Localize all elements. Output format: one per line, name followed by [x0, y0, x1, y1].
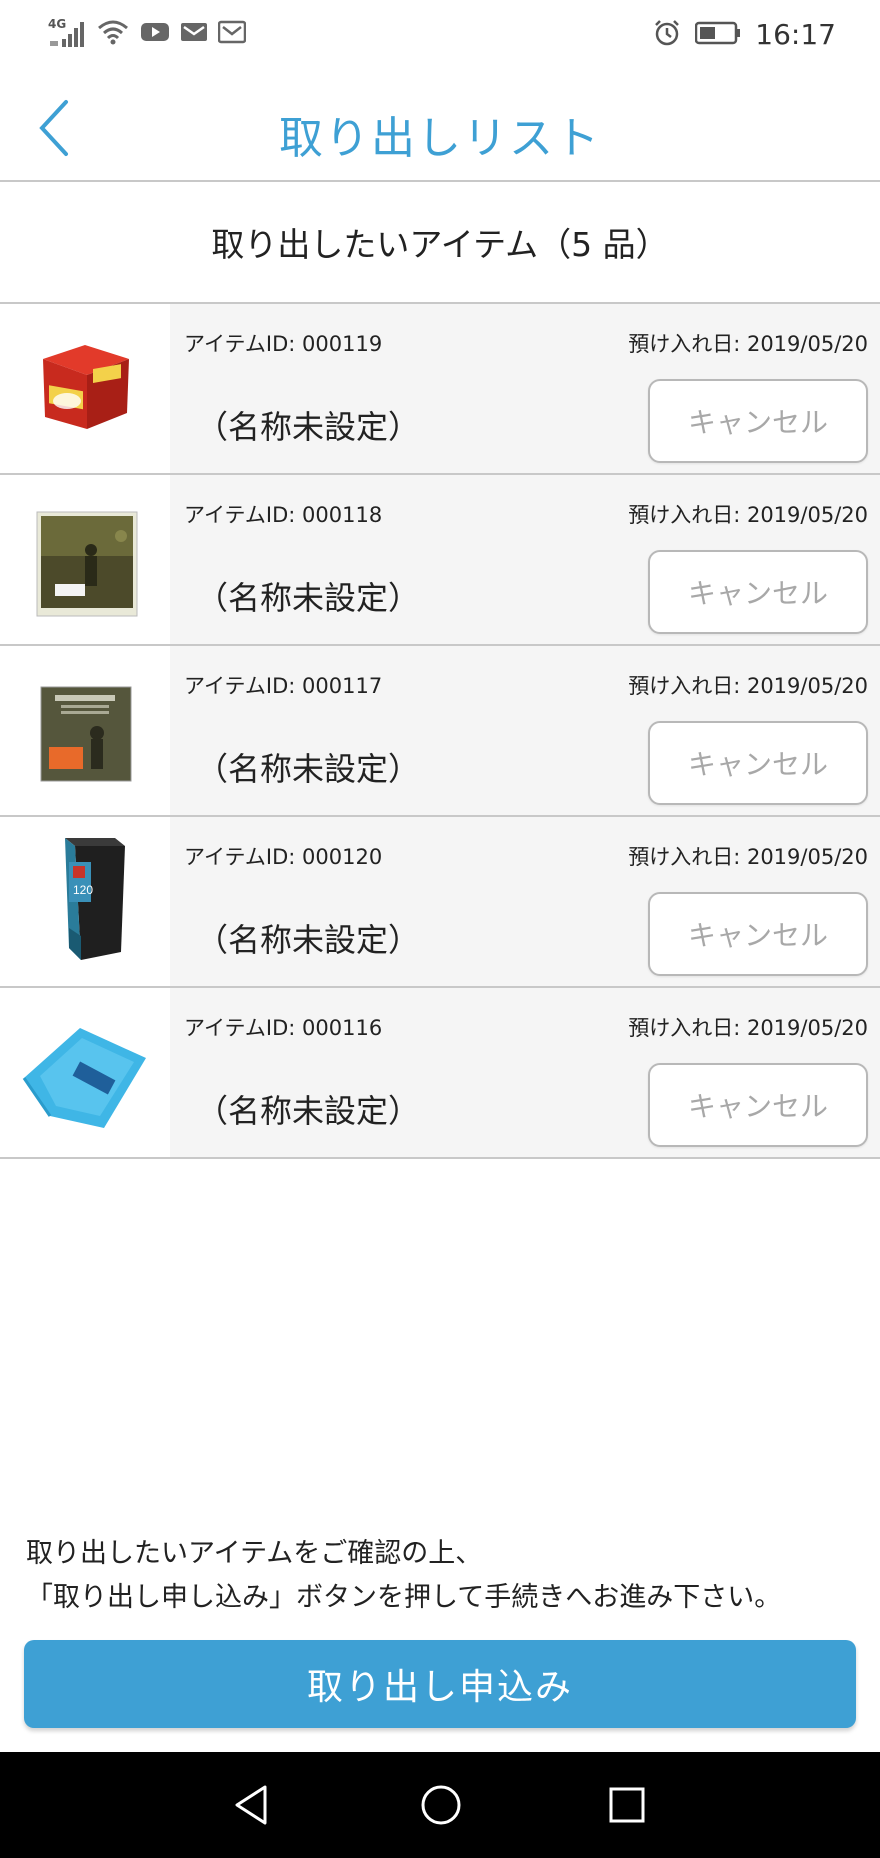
list-item: アイテムID: 000119 預け入れ日: 2019/05/20 （名称未設定）…	[0, 304, 880, 475]
item-id: アイテムID: 000117	[184, 674, 383, 698]
item-name: （名称未設定）	[196, 579, 421, 617]
item-id: アイテムID: 000116	[184, 1016, 383, 1040]
item-name: （名称未設定）	[196, 921, 421, 959]
storage-box-image: 120	[0, 817, 170, 986]
svg-text:120: 120	[73, 883, 93, 897]
instruction-line-1: 取り出したいアイテムをご確認の上、	[26, 1538, 483, 1569]
cancel-button[interactable]: キャンセル	[648, 379, 868, 463]
list-item: アイテムID: 000116 預け入れ日: 2019/05/20 （名称未設定）…	[0, 988, 880, 1159]
submit-withdrawal-button[interactable]: 取り出し申込み	[24, 1640, 856, 1728]
app-header: 取り出しリスト	[0, 76, 880, 182]
battery-icon	[695, 21, 741, 49]
item-id: アイテムID: 000120	[184, 845, 383, 869]
alarm-icon	[653, 19, 681, 51]
list-item: アイテムID: 000118 預け入れ日: 2019/05/20 （名称未設定）…	[0, 475, 880, 646]
recents-square-icon[interactable]	[602, 1780, 652, 1830]
item-name: （名称未設定）	[196, 750, 421, 788]
cancel-button[interactable]: キャンセル	[648, 721, 868, 805]
item-date: 預け入れ日: 2019/05/20	[628, 674, 868, 698]
vinyl-record-image	[0, 475, 170, 644]
status-right-icons: 16:17	[653, 18, 836, 51]
navigation-bar	[0, 1752, 880, 1858]
gmail-icon	[180, 21, 208, 47]
signal-icon: 4G	[48, 17, 86, 49]
item-date: 預け入れ日: 2019/05/20	[628, 845, 868, 869]
item-date: 預け入れ日: 2019/05/20	[628, 1016, 868, 1040]
red-tin-box-image	[0, 304, 170, 473]
status-bar: 4G 16:17	[0, 0, 880, 76]
cancel-button[interactable]: キャンセル	[648, 1063, 868, 1147]
item-id: アイテムID: 000118	[184, 503, 383, 527]
item-date: 預け入れ日: 2019/05/20	[628, 503, 868, 527]
status-left-icons: 4G	[48, 17, 247, 50]
blue-towel-image	[0, 988, 170, 1157]
vinyl-record-image	[0, 646, 170, 815]
cancel-button[interactable]: キャンセル	[648, 892, 868, 976]
list-item: 120 アイテムID: 000120 預け入れ日: 2019/05/20 （名称…	[0, 817, 880, 988]
page-title: 取り出しリスト	[279, 113, 601, 164]
section-heading: 取り出したいアイテム（5 品）	[0, 182, 880, 304]
item-list: アイテムID: 000119 預け入れ日: 2019/05/20 （名称未設定）…	[0, 304, 880, 1159]
item-name: （名称未設定）	[196, 1092, 421, 1130]
home-circle-icon[interactable]	[416, 1780, 466, 1830]
instruction-text: 取り出したいアイテムをご確認の上、 「取り出し申し込み」ボタンを押して手続きへお…	[26, 1532, 866, 1620]
item-name: （名称未設定）	[196, 408, 421, 446]
item-date: 預け入れ日: 2019/05/20	[628, 332, 868, 356]
gmail-icon	[217, 20, 247, 48]
instruction-line-2: 「取り出し申し込み」ボタンを押して手続きへお進み下さい。	[26, 1582, 782, 1613]
item-id: アイテムID: 000119	[184, 332, 383, 356]
status-time: 16:17	[755, 18, 836, 51]
list-item: アイテムID: 000117 預け入れ日: 2019/05/20 （名称未設定）…	[0, 646, 880, 817]
youtube-icon	[140, 21, 170, 47]
wifi-icon	[96, 18, 130, 50]
cancel-button[interactable]: キャンセル	[648, 550, 868, 634]
back-triangle-icon[interactable]	[226, 1780, 276, 1830]
